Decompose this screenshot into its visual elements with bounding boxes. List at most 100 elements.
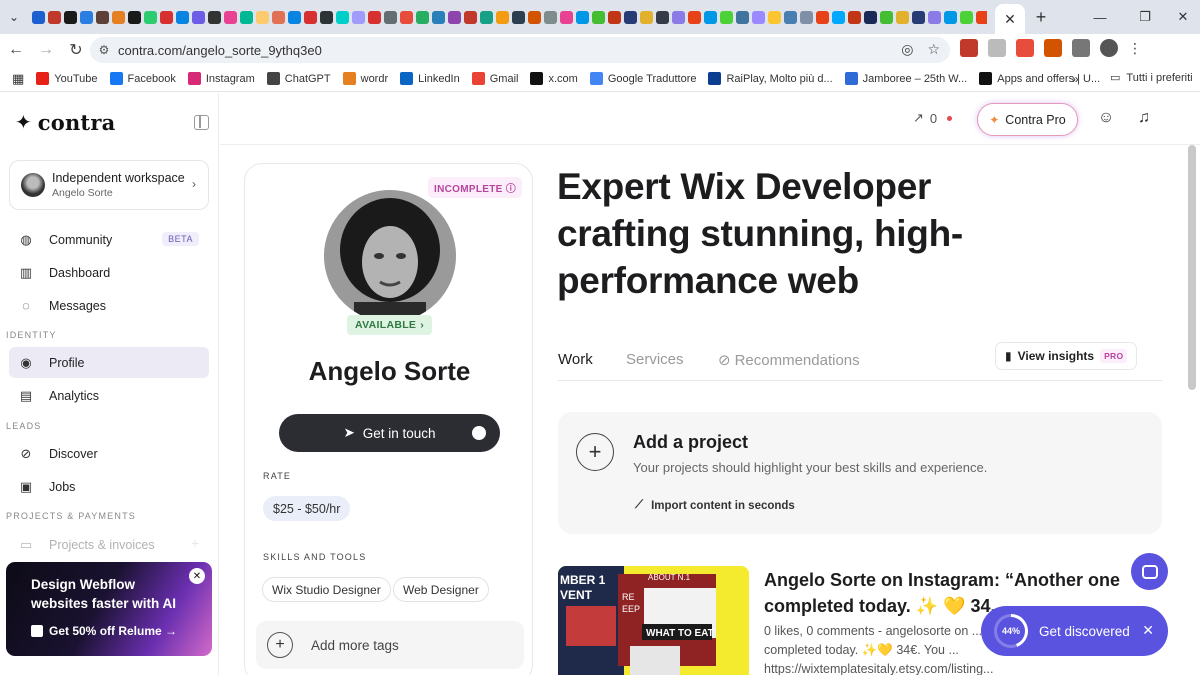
sidebar-item-messages[interactable]: ◌ Messages [9,290,209,321]
rate-pill[interactable]: $25 - $50/hr [263,496,351,521]
pinned-tab-favicon-icon[interactable] [640,10,653,24]
pinned-tab-favicon-icon[interactable] [880,10,893,24]
pinned-tab-favicon-icon[interactable] [448,10,461,24]
restore-icon[interactable]: ❐ [1130,6,1160,28]
back-icon[interactable]: ← [2,36,30,64]
pinned-tab-favicon-icon[interactable] [896,10,909,24]
bookmark-item[interactable]: Google Traduttore [589,72,696,85]
pinned-tab-favicon-icon[interactable] [352,10,365,24]
camera-icon[interactable] [988,39,1006,57]
pinned-tab-favicon-icon[interactable] [608,10,621,24]
pinned-tab-favicon-icon[interactable] [720,10,733,24]
pinned-tab-favicon-icon[interactable] [976,10,987,24]
pinned-tab-favicon-icon[interactable] [432,10,445,24]
pinned-tab-favicon-icon[interactable] [928,10,941,24]
pinned-tab-favicon-icon[interactable] [560,10,573,24]
pinned-tab-favicon-icon[interactable] [512,10,525,24]
workspace-switcher[interactable]: Independent workspace Angelo Sorte › [9,160,209,210]
site-info-icon[interactable]: ⚙ [90,43,118,57]
pinned-tab-favicon-icon[interactable] [960,10,973,24]
bookmark-item[interactable]: Jamboree – 25th W... [844,72,967,85]
pinned-tab-favicon-icon[interactable] [208,10,221,24]
bookmark-star-icon[interactable]: ☆ [927,41,940,58]
relume-promo-card[interactable]: Design Webflow websites faster with AI ✕… [6,562,212,656]
pinned-tab-favicon-icon[interactable] [848,10,861,24]
bookmark-item[interactable]: Gmail [471,72,518,85]
pinned-tab-favicon-icon[interactable] [784,10,797,24]
address-bar[interactable]: ⚙ contra.com/angelo_sorte_9ythq3e0 ◎ ☆ [90,37,950,63]
bell-icon[interactable]: ♫ [1133,107,1155,129]
pinned-tab-favicon-icon[interactable] [112,10,125,24]
tracking-eye-icon[interactable]: ◎ [901,41,913,58]
bookmark-item[interactable]: RaiPlay, Molto più d... [708,72,833,85]
tab-services[interactable]: Services [626,351,684,368]
add-more-tags-button[interactable]: + Add more tags [256,621,524,669]
pinned-tab-favicon-icon[interactable] [224,10,237,24]
pinned-tab-favicon-icon[interactable] [544,10,557,24]
puzzle-icon[interactable] [1072,39,1090,57]
sidebar-item-projects[interactable]: ▭ Projects & invoices + [9,529,209,560]
pinned-tab-favicon-icon[interactable] [368,10,381,24]
pinned-tab-favicon-icon[interactable] [464,10,477,24]
promo-cta[interactable]: Get 50% off Relume → [31,624,177,638]
sidebar-item-profile[interactable]: ◉ Profile [9,347,209,378]
messages-icon[interactable]: ☺ [1095,107,1117,129]
tab-search-chevron-icon[interactable]: ⌄ [0,4,28,30]
import-content-link[interactable]: ⟋ Import content in seconds [635,499,795,512]
pinned-tab-favicon-icon[interactable] [944,10,957,24]
plus-icon[interactable]: + [576,433,614,471]
pinned-tab-favicon-icon[interactable] [400,10,413,24]
close-icon[interactable]: ✕ [1142,622,1154,639]
pinned-tab-favicon-icon[interactable] [272,10,285,24]
pinned-tab-favicon-icon[interactable] [320,10,333,24]
window-close-icon[interactable]: ✕ [1168,6,1198,28]
pinned-tab-favicon-icon[interactable] [768,10,781,24]
pinned-tab-favicon-icon[interactable] [256,10,269,24]
pinned-tab-favicon-icon[interactable] [80,10,93,24]
pinned-tab-favicon-icon[interactable] [176,10,189,24]
active-tab-close-icon[interactable]: ✕ [995,4,1025,34]
page-scrollbar[interactable] [1188,145,1196,390]
browser-menu-icon[interactable]: ⋮ [1128,40,1142,57]
add-project-card[interactable]: + Add a project Your projects should hig… [558,412,1162,534]
bookmark-item[interactable]: ChatGPT [266,72,331,85]
pinned-tab-favicon-icon[interactable] [416,10,429,24]
project-thumbnail[interactable]: MBER 1 VENT ABOUT N.1 RE EEP WHAT TO EAT [558,566,749,675]
bookmark-item[interactable]: Apps and offers | U... [979,72,1100,85]
plus-icon[interactable]: + [191,535,199,551]
get-in-touch-button[interactable]: ➤ Get in touch [279,414,500,452]
pinned-tab-favicon-icon[interactable] [592,10,605,24]
pinned-tab-favicon-icon[interactable] [704,10,717,24]
pinned-tab-favicon-icon[interactable] [528,10,541,24]
apps-grid-icon[interactable]: ▦ [12,71,24,87]
pinned-tab-favicon-icon[interactable] [304,10,317,24]
pinned-tab-favicon-icon[interactable] [144,10,157,24]
pinned-tab-favicon-icon[interactable] [800,10,813,24]
pinned-tab-favicon-icon[interactable] [96,10,109,24]
pdf-icon[interactable] [1016,39,1034,57]
sidebar-item-dashboard[interactable]: ▥ Dashboard [9,257,209,288]
sidebar-item-discover[interactable]: ⊘ Discover [9,438,209,469]
pinned-tab-favicon-icon[interactable] [736,10,749,24]
extension-new-icon[interactable] [960,39,978,57]
pinned-tab-favicon-icon[interactable] [480,10,493,24]
collapse-sidebar-icon[interactable] [194,115,209,130]
tab-recommendations[interactable]: ⊘ Recommendations [718,351,860,369]
contra-pro-button[interactable]: ✦ Contra Pro [977,103,1078,136]
pinned-tab-favicon-icon[interactable] [496,10,509,24]
profile-avatar-icon[interactable] [1100,39,1118,57]
trend-indicator[interactable]: ↗ 0 [913,110,953,126]
pinned-tab-favicon-icon[interactable] [192,10,205,24]
pinned-tab-favicon-icon[interactable] [288,10,301,24]
forward-icon[interactable]: → [32,36,60,64]
bookmark-item[interactable]: Facebook [109,72,176,85]
sidebar-item-analytics[interactable]: ▤ Analytics [9,380,209,411]
reload-icon[interactable]: ↻ [62,36,90,64]
pinned-tab-favicon-icon[interactable] [912,10,925,24]
pinned-tab-favicon-icon[interactable] [864,10,877,24]
new-tab-button[interactable]: + [1030,6,1052,28]
bookmark-item[interactable]: wordr [342,72,388,85]
status-badge[interactable]: INCOMPLETE ⓘ [428,177,522,198]
skill-tag[interactable]: Web Designer [393,577,489,602]
bookmark-item[interactable]: Instagram [187,72,255,85]
